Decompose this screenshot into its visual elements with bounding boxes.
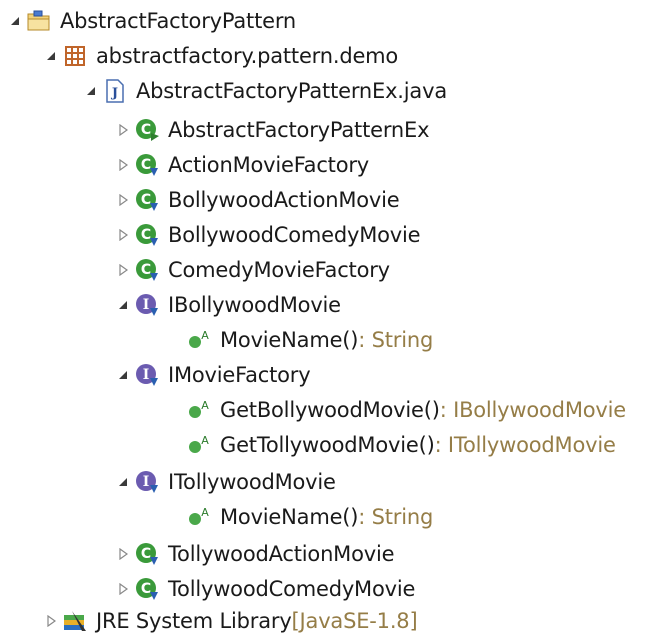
class-label: BollywoodComedyMovie [168, 223, 421, 247]
tree-node-class[interactable]: C ActionMovieFactory [112, 148, 369, 182]
package-icon [62, 43, 88, 69]
collapsed-triangle-icon[interactable] [112, 218, 134, 252]
tree-node-class[interactable]: C ComedyMovieFactory [112, 253, 390, 287]
collapsed-triangle-icon[interactable] [112, 537, 134, 571]
interface-label: ITollywoodMovie [168, 470, 336, 494]
method-return-type: : String [358, 328, 434, 352]
project-label: AbstractFactoryPattern [60, 9, 297, 33]
abstract-method-icon: A [186, 327, 212, 353]
tree-node-method[interactable]: A MovieName() : String [186, 500, 433, 534]
package-explorer-tree: AbstractFactoryPattern abstractfactory.p… [0, 0, 647, 639]
tree-node-class[interactable]: C TollywoodComedyMovie [112, 572, 415, 606]
svg-text:C: C [141, 262, 151, 278]
collapsed-triangle-icon[interactable] [112, 183, 134, 217]
class-label: ComedyMovieFactory [168, 258, 390, 282]
tree-node-package[interactable]: abstractfactory.pattern.demo [40, 39, 398, 73]
svg-text:A: A [201, 329, 209, 342]
tree-node-project[interactable]: AbstractFactoryPattern [4, 4, 296, 38]
collapsed-triangle-icon[interactable] [112, 572, 134, 606]
library-version: [JavaSE-1.8] [291, 609, 418, 633]
expanded-triangle-icon[interactable] [112, 288, 134, 322]
method-name: MovieName() [220, 505, 359, 529]
svg-text:C: C [141, 192, 151, 208]
svg-text:A: A [201, 399, 209, 412]
class-label: TollywoodComedyMovie [168, 577, 416, 601]
expanded-triangle-icon[interactable] [4, 4, 26, 38]
svg-text:C: C [141, 546, 151, 562]
interface-icon: I [134, 292, 160, 318]
tree-node-class[interactable]: C BollywoodComedyMovie [112, 218, 421, 252]
tree-node-method[interactable]: A GetBollywoodMovie() : IBollywoodMovie [186, 393, 626, 427]
method-return-type: : String [358, 505, 434, 529]
tree-node-library[interactable]: JRE System Library [JavaSE-1.8] [40, 604, 418, 638]
svg-text:I: I [143, 297, 150, 313]
java-file-icon: J [102, 78, 128, 104]
tree-node-class[interactable]: C BollywoodActionMovie [112, 183, 400, 217]
method-name: MovieName() [220, 328, 359, 352]
svg-text:C: C [141, 227, 151, 243]
collapsed-triangle-icon[interactable] [112, 253, 134, 287]
tree-node-class[interactable]: C AbstractFactoryPatternEx [112, 113, 430, 147]
java-file-label: AbstractFactoryPatternEx.java [136, 79, 447, 103]
svg-text:I: I [143, 474, 150, 490]
interface-icon: I [134, 362, 160, 388]
class-label: AbstractFactoryPatternEx [168, 118, 430, 142]
method-name: GetTollywoodMovie() [220, 433, 435, 457]
class-icon: C [134, 187, 160, 213]
svg-text:C: C [141, 581, 151, 597]
svg-text:J: J [111, 86, 118, 101]
collapsed-triangle-icon[interactable] [40, 604, 62, 638]
expanded-triangle-icon[interactable] [112, 465, 134, 499]
expanded-triangle-icon[interactable] [80, 74, 102, 108]
class-icon: C [134, 576, 160, 602]
tree-node-method[interactable]: A GetTollywoodMovie() : ITollywoodMovie [186, 428, 616, 462]
interface-icon: I [134, 469, 160, 495]
abstract-method-icon: A [186, 397, 212, 423]
class-label: BollywoodActionMovie [168, 188, 400, 212]
abstract-method-icon: A [186, 432, 212, 458]
tree-node-interface[interactable]: I IMovieFactory [112, 358, 311, 392]
expanded-triangle-icon[interactable] [40, 39, 62, 73]
class-label: ActionMovieFactory [168, 153, 370, 177]
method-name: GetBollywoodMovie() [220, 398, 440, 422]
interface-label: IBollywoodMovie [168, 293, 341, 317]
svg-text:A: A [201, 434, 209, 447]
class-icon: C [134, 117, 160, 143]
class-label: TollywoodActionMovie [168, 542, 395, 566]
svg-text:C: C [141, 157, 151, 173]
collapsed-triangle-icon[interactable] [112, 148, 134, 182]
abstract-method-icon: A [186, 504, 212, 530]
tree-node-interface[interactable]: I ITollywoodMovie [112, 465, 336, 499]
svg-text:C: C [141, 122, 151, 138]
collapsed-triangle-icon[interactable] [112, 113, 134, 147]
svg-text:A: A [201, 506, 209, 519]
project-folder-icon [26, 8, 52, 34]
tree-node-method[interactable]: A MovieName() : String [186, 323, 433, 357]
class-icon: C [134, 222, 160, 248]
interface-label: IMovieFactory [168, 363, 311, 387]
package-label: abstractfactory.pattern.demo [96, 44, 399, 68]
class-icon: C [134, 152, 160, 178]
tree-node-interface[interactable]: I IBollywoodMovie [112, 288, 341, 322]
class-icon: C [134, 541, 160, 567]
method-return-type: : IBollywoodMovie [439, 398, 626, 422]
method-return-type: : ITollywoodMovie [434, 433, 616, 457]
tree-node-class[interactable]: C TollywoodActionMovie [112, 537, 395, 571]
tree-node-java-file[interactable]: J AbstractFactoryPatternEx.java [80, 74, 447, 108]
svg-text:I: I [143, 367, 150, 383]
expanded-triangle-icon[interactable] [112, 358, 134, 392]
class-icon: C [134, 257, 160, 283]
library-label: JRE System Library [96, 609, 292, 633]
library-icon [62, 608, 88, 634]
